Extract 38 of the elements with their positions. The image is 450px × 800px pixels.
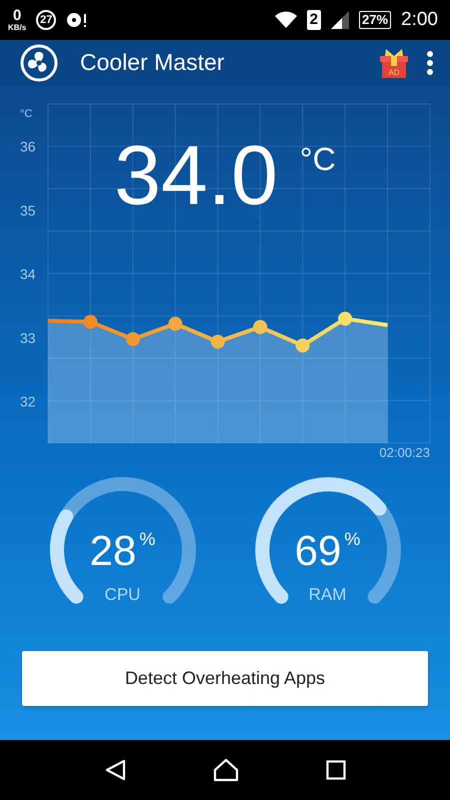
gauge-value: 69 xyxy=(294,527,342,574)
data-point xyxy=(210,334,225,349)
gauge-label: CPU xyxy=(104,585,142,605)
wifi-icon xyxy=(274,11,297,29)
axis-label: 33 xyxy=(20,330,36,346)
more-options-icon[interactable] xyxy=(426,50,434,76)
timestamp: 02:00:23 xyxy=(379,445,430,460)
axis-label: 35 xyxy=(20,202,36,218)
data-point xyxy=(296,338,310,352)
sim-badge: 2 xyxy=(306,10,321,30)
data-point xyxy=(126,332,140,346)
notification-count: 27 xyxy=(36,10,56,30)
app-title: Cooler Master xyxy=(80,49,226,76)
percent-sign: % xyxy=(139,529,156,549)
axis-label: 32 xyxy=(20,394,36,410)
axis-unit: °C xyxy=(20,108,32,120)
temperature-reading: 34.0 xyxy=(114,133,278,217)
gauge-value: 28 xyxy=(90,527,136,574)
temperature-unit: °C xyxy=(300,141,336,178)
percent-sign: % xyxy=(344,529,360,549)
battery-indicator: 27% xyxy=(358,11,392,29)
speed-unit: KB/s xyxy=(8,24,26,32)
axis-label: 34 xyxy=(20,266,36,282)
data-point xyxy=(338,312,352,326)
back-icon[interactable] xyxy=(104,759,126,781)
network-speed: 0 xyxy=(12,8,22,23)
data-point xyxy=(168,316,182,331)
data-point xyxy=(253,320,268,334)
data-point xyxy=(83,314,98,329)
gauge-label: RAM xyxy=(308,585,348,605)
home-icon[interactable] xyxy=(212,758,239,782)
detect-button[interactable]: Detect Overheating Apps xyxy=(22,651,428,706)
fan-icon xyxy=(20,44,58,82)
disc-alert-icon xyxy=(66,11,88,29)
clock: 2:00 xyxy=(401,9,438,31)
axis-label: 36 xyxy=(20,138,36,155)
signal-icon xyxy=(330,11,349,29)
recents-icon[interactable] xyxy=(326,760,346,780)
